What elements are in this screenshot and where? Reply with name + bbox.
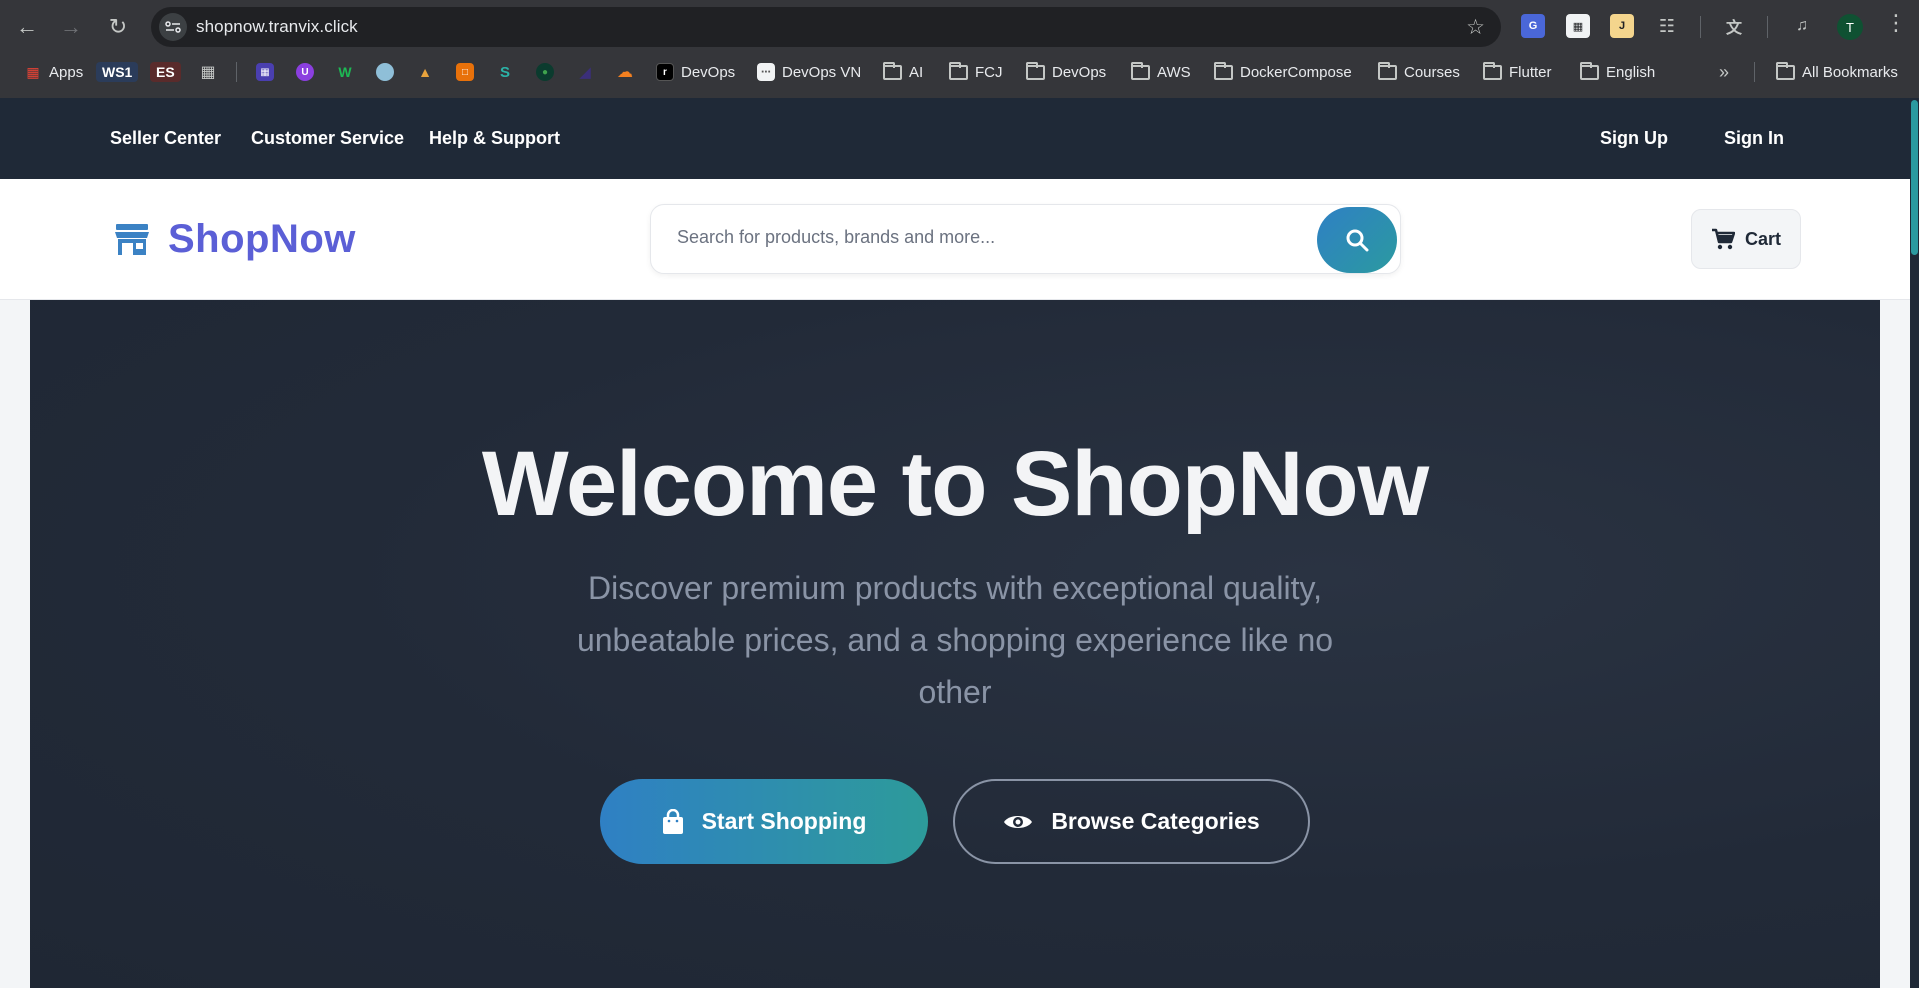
bookmark-es[interactable]: ES [150,60,181,84]
bookmark-folder-courses[interactable]: Courses [1378,60,1460,84]
bookmark-folder-fcj[interactable]: FCJ [949,60,1003,84]
bookmark-folder-ai[interactable]: AI [883,60,923,84]
folder-icon [949,61,968,80]
apps-grid-icon: ▦ [26,63,40,80]
link-seller-center[interactable]: Seller Center [110,128,221,149]
url-text[interactable]: shopnow.tranvix.click [196,17,358,37]
search-icon [1346,229,1369,252]
scrollbar-thumb[interactable] [1911,100,1918,255]
bookmarks-overflow-icon[interactable]: » [1719,60,1729,84]
bookmark-folder-devops[interactable]: DevOps [1026,60,1106,84]
bookmarks-bar: ▦ Apps WS1 ES ▦ ▦ U W ▲ □ S ● ◢ ☁ r DevO… [0,56,1919,88]
start-shopping-label: Start Shopping [701,808,867,834]
bookmark-divider [236,62,237,82]
sign-up-link[interactable]: Sign Up [1600,128,1668,149]
browser-toolbar: ← → ↻ shopnow.tranvix.click ☆ G ▦ J ☷ 文 … [0,0,1919,54]
eye-icon [1004,815,1033,828]
folder-icon [1026,61,1045,80]
devops-vn-icon: ⋯ [757,63,775,81]
bookmark-apps[interactable]: ▦ Apps [24,60,83,84]
site-info-icon[interactable] [159,13,187,41]
bookmark-ws1[interactable]: WS1 [96,60,139,84]
bookmark-folder-dockercompose[interactable]: DockerCompose [1214,60,1352,84]
translate-extension-icon[interactable]: G [1521,14,1545,38]
browse-categories-label: Browse Categories [1051,808,1260,834]
address-bar[interactable]: shopnow.tranvix.click ☆ [151,7,1501,47]
folder-icon [1776,61,1795,80]
profile-avatar[interactable]: T [1837,14,1863,40]
link-customer-service[interactable]: Customer Service [251,128,404,149]
page-background-right [1880,300,1910,988]
folder-icon [1580,61,1599,80]
bookmark-box-icon[interactable]: □ [456,60,474,84]
bookmark-s-icon[interactable]: S [496,60,514,84]
forward-icon[interactable]: → [57,13,85,41]
page-scrollbar[interactable] [1910,98,1919,988]
search-button[interactable] [1317,207,1397,273]
toolbar-divider [1700,16,1701,38]
site-header: ShopNow Cart [0,179,1910,300]
sign-in-link[interactable]: Sign In [1724,128,1784,149]
bookmark-globe-icon[interactable] [376,60,394,84]
browse-categories-button[interactable]: Browse Categories [953,779,1310,864]
bookmark-all-bookmarks[interactable]: All Bookmarks [1776,60,1898,84]
folder-icon [1214,61,1233,80]
top-utility-bar: Seller Center Customer Service Help & Su… [0,98,1910,179]
bookmark-fox-icon[interactable]: ▲ [416,60,434,84]
bookmark-terraform-icon[interactable]: ◢ [576,60,594,84]
search-bar [650,204,1401,274]
bookmark-divider [1754,62,1755,82]
bookmark-calendar-icon[interactable]: ▦ [256,60,274,84]
bookmark-cloud-icon[interactable]: ☁ [616,60,634,84]
folder-icon [883,61,902,80]
logo-text: ShopNow [168,217,356,261]
cart-icon [1711,228,1735,250]
puzzle-extensions-icon[interactable]: ☷ [1655,14,1679,38]
folder-icon [1378,61,1397,80]
folder-icon [1483,61,1502,80]
page-background-left [0,300,30,988]
cart-label: Cart [1744,228,1781,249]
bookmark-folder-english[interactable]: English [1580,60,1655,84]
bookmark-folder-aws[interactable]: AWS [1131,60,1191,84]
back-icon[interactable]: ← [13,13,41,41]
browser-chrome: ← → ↻ shopnow.tranvix.click ☆ G ▦ J ☷ 文 … [0,0,1919,98]
reload-icon[interactable]: ↻ [104,13,132,41]
devops-icon: r [656,63,674,81]
bookmark-w-icon[interactable]: W [336,60,354,84]
start-shopping-button[interactable]: Start Shopping [600,779,928,864]
bookmark-folder-flutter[interactable]: Flutter [1483,60,1552,84]
bookmark-star-icon[interactable]: ☆ [1466,15,1485,40]
bookmark-grid-icon[interactable]: ▦ [199,60,217,84]
hero-section: Welcome to ShopNow Discover premium prod… [30,300,1880,988]
cart-button[interactable]: Cart [1691,209,1801,269]
qr-extension-icon[interactable]: ▦ [1566,14,1590,38]
toolbar-divider [1767,16,1768,38]
media-control-icon[interactable]: ♫ [1790,14,1814,38]
hero-subtitle: Discover premium products with exception… [576,570,1334,710]
bookmark-mongo-icon[interactable]: ● [536,60,554,84]
hero-title: Welcome to ShopNow [481,433,1429,535]
store-icon [114,222,150,258]
logo[interactable]: ShopNow [114,217,356,262]
translate-page-icon[interactable]: 文 [1722,14,1746,38]
folder-icon [1131,61,1150,80]
search-input[interactable] [677,227,1317,248]
bookmark-u-icon[interactable]: U [296,60,314,84]
bookmark-devops-vn[interactable]: ⋯ DevOps VN [757,60,861,84]
extension-icon[interactable]: J [1610,14,1634,38]
browser-menu-icon[interactable]: ⋮ [1885,12,1907,34]
link-help-support[interactable]: Help & Support [429,128,560,149]
bookmark-devops[interactable]: r DevOps [656,60,735,84]
shopping-bag-icon [662,808,683,834]
